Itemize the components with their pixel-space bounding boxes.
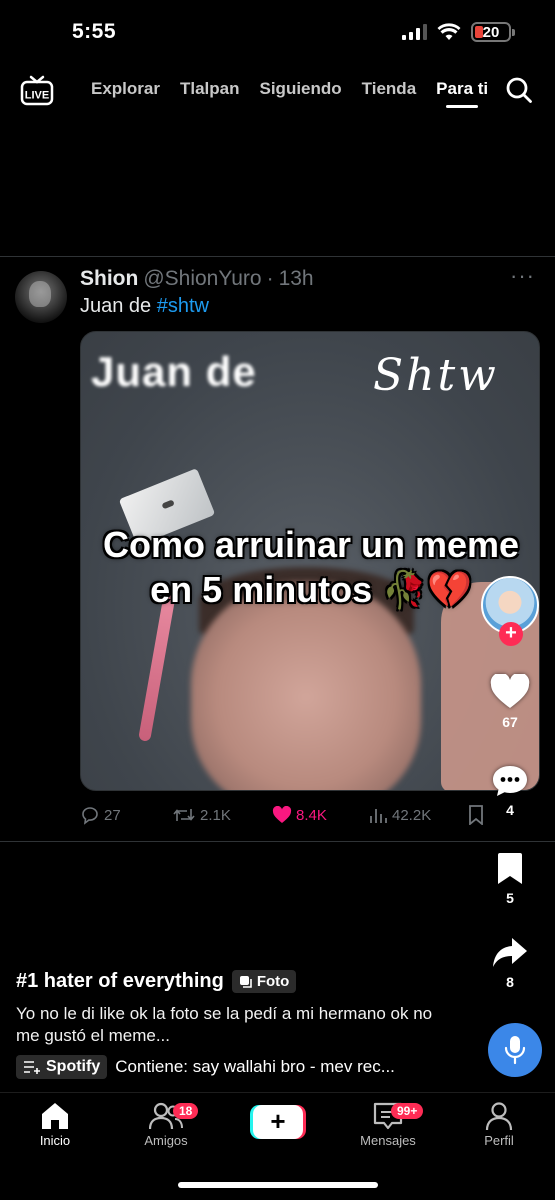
- heart-filled-icon: [272, 806, 292, 823]
- tweet-actions: 27 2.1K 8.4K 42.2K: [80, 805, 525, 825]
- retweet-icon: [173, 809, 195, 821]
- wifi-icon: [437, 23, 461, 40]
- reply-count: 27: [104, 806, 121, 824]
- feed-tabs: Explorar Tlalpan Siguiendo Tienda Para t…: [91, 79, 488, 108]
- plus-icon: +: [253, 1105, 303, 1139]
- share-button[interactable]: 8: [475, 936, 545, 990]
- spotify-chip[interactable]: Spotify: [16, 1055, 108, 1079]
- tweet-text-prefix: Juan de: [80, 295, 157, 317]
- nav-home-label: Inicio: [39, 1133, 71, 1148]
- nav-profile-label: Perfil: [484, 1133, 514, 1148]
- search-icon[interactable]: [505, 76, 533, 104]
- spotify-label: Spotify: [46, 1058, 101, 1075]
- like-button[interactable]: 67: [475, 674, 545, 730]
- photo-badge: Foto: [231, 970, 297, 993]
- tweet-avatar: [15, 271, 67, 323]
- views-icon: [370, 809, 387, 823]
- like-count: 8.4K: [296, 806, 327, 824]
- tweet-media-image: Juan de Shtw Como arruinar un meme en 5 …: [80, 331, 540, 791]
- tweet-handle: @ShionYuro: [143, 267, 262, 290]
- more-icon: ···: [510, 263, 535, 288]
- tweet-views: 42.2K: [368, 806, 468, 824]
- tab-explorar[interactable]: Explorar: [91, 79, 160, 99]
- media-title-left: Juan de: [91, 348, 257, 395]
- media-caption-line1: Como arruinar un meme: [102, 524, 520, 565]
- tab-tlalpan[interactable]: Tlalpan: [180, 79, 240, 99]
- retweet-count: 2.1K: [200, 806, 231, 824]
- live-label: LIVE: [25, 90, 49, 102]
- pencil-sticker: [138, 592, 176, 742]
- tweet-time: 13h: [278, 267, 314, 290]
- nav-profile[interactable]: Perfil: [444, 1101, 554, 1148]
- bookmark-icon: [498, 853, 522, 884]
- voice-search-button[interactable]: [488, 1023, 542, 1077]
- tweet-hashtag: #shtw: [156, 295, 209, 317]
- post-title[interactable]: #1 hater of everything: [16, 970, 224, 993]
- create-button[interactable]: +: [250, 1105, 306, 1139]
- follow-plus-icon[interactable]: +: [499, 622, 523, 646]
- tiktok-screen: 5:55 20 LIVE Explorar Tlalpan Siguiendo …: [0, 0, 555, 1200]
- tweet-separator: ·: [266, 267, 274, 290]
- reply-icon: [82, 807, 98, 825]
- tweet-author-name: Shion: [80, 267, 139, 290]
- views-count: 42.2K: [392, 806, 432, 824]
- like-count-rail: 67: [502, 714, 518, 730]
- tab-tienda[interactable]: Tienda: [362, 79, 416, 99]
- nav-messages-label: Mensajes: [360, 1133, 416, 1148]
- messages-badge: 99+: [391, 1103, 424, 1119]
- save-button[interactable]: 5: [475, 852, 545, 906]
- status-icons: 20: [402, 22, 515, 42]
- comment-button[interactable]: 4: [475, 764, 545, 818]
- tweet-header: Shion @ShionYuro · 13h: [80, 267, 314, 291]
- heart-icon: [490, 674, 530, 708]
- nav-home[interactable]: Inicio: [0, 1101, 110, 1148]
- post-info: #1 hater of everything Foto: [16, 970, 297, 993]
- nav-messages[interactable]: Mensajes 99+: [333, 1101, 443, 1148]
- home-icon: [42, 1103, 68, 1129]
- tweet-retweet: 2.1K: [172, 805, 272, 825]
- battery-icon: 20: [471, 22, 515, 42]
- status-time: 5:55: [72, 20, 117, 43]
- microphone-icon: [504, 1036, 526, 1065]
- tweet-reply: 27: [80, 805, 172, 825]
- media-title-right: Shtw: [373, 350, 499, 401]
- photo-badge-label: Foto: [256, 973, 290, 990]
- tweet-card: Shion @ShionYuro · 13h ··· Juan de #shtw…: [0, 256, 555, 842]
- nav-friends-label: Amigos: [144, 1133, 188, 1148]
- home-indicator: [178, 1182, 378, 1188]
- comment-icon: [493, 766, 527, 796]
- tweet-like: 8.4K: [272, 806, 368, 824]
- media-caption-line2: en 5 minutos 🥀💔: [150, 569, 472, 610]
- face-image: [191, 582, 421, 790]
- top-nav: LIVE Explorar Tlalpan Siguiendo Tienda P…: [0, 70, 555, 114]
- friends-badge: 18: [173, 1103, 199, 1119]
- profile-icon: [485, 1102, 513, 1131]
- tab-siguiendo[interactable]: Siguiendo: [260, 79, 342, 99]
- post-description[interactable]: Yo no le di like ok la foto se la pedí a…: [16, 1003, 436, 1047]
- photo-icon: [239, 975, 252, 988]
- save-count: 5: [506, 890, 514, 906]
- battery-level: 20: [482, 23, 500, 41]
- tweet-text: Juan de #shtw: [80, 295, 209, 318]
- music-text: Contiene: say wallahi bro - mev rec...: [115, 1057, 395, 1076]
- share-icon: [493, 938, 527, 967]
- music-row[interactable]: Spotify Contiene: say wallahi bro - mev …: [16, 1055, 395, 1079]
- share-count: 8: [506, 974, 514, 990]
- comment-count: 4: [506, 802, 514, 818]
- nav-friends[interactable]: Amigos 18: [111, 1101, 221, 1148]
- tab-para-ti[interactable]: Para ti: [436, 79, 488, 108]
- media-caption: Como arruinar un meme en 5 minutos 🥀💔: [81, 522, 539, 612]
- playlist-add-icon: [24, 1061, 40, 1074]
- live-icon[interactable]: LIVE: [20, 74, 54, 106]
- signal-icon: [402, 24, 427, 40]
